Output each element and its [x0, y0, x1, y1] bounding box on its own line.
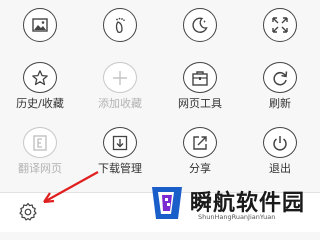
refresh-icon — [263, 62, 297, 93]
plus-icon — [103, 62, 137, 93]
exit-button[interactable]: 退出 — [240, 117, 320, 175]
menu-row-2: 翻译网页 下载管理 分享 退出 — [0, 117, 320, 175]
download-icon — [103, 127, 137, 158]
translate-page-label: 翻译网页 — [18, 162, 62, 175]
night-mode-toggle[interactable] — [160, 0, 240, 58]
menu-row-1: 历史/收藏 添加收藏 网页工具 刷新 — [0, 52, 320, 110]
translate-page-button[interactable]: 翻译网页 — [0, 117, 80, 175]
exit-label: 退出 — [269, 162, 291, 175]
browser-menu-panel: 历史/收藏 添加收藏 网页工具 刷新 翻译网页 下载管理 分享 退出 — [0, 0, 320, 192]
traceless-mode-toggle[interactable] — [80, 0, 160, 58]
share-label: 分享 — [189, 162, 211, 175]
moon-icon — [183, 8, 217, 42]
web-tools-button[interactable]: 网页工具 — [160, 52, 240, 110]
add-favorite-button[interactable]: 添加收藏 — [80, 52, 160, 110]
share-icon — [183, 127, 217, 158]
watermark-subtitle: ShunHangRuanJianYuan — [198, 213, 276, 221]
web-tools-label: 网页工具 — [178, 97, 222, 110]
toolbox-icon — [183, 62, 217, 93]
watermark: 瞬航软件园 ShunHangRuanJianYuan — [148, 183, 318, 231]
star-icon — [23, 62, 57, 93]
download-manager-button[interactable]: 下载管理 — [80, 117, 160, 175]
download-manager-label: 下载管理 — [98, 162, 142, 175]
settings-button[interactable] — [16, 200, 40, 224]
quick-toggle-row — [0, 0, 320, 52]
image-mode-toggle[interactable] — [0, 0, 80, 58]
fullscreen-icon — [263, 8, 297, 42]
share-button[interactable]: 分享 — [160, 117, 240, 175]
history-favorites-button[interactable]: 历史/收藏 — [0, 52, 80, 110]
gear-icon — [19, 202, 37, 221]
refresh-button[interactable]: 刷新 — [240, 52, 320, 110]
history-favorites-label: 历史/收藏 — [16, 97, 64, 110]
footprint-icon — [103, 8, 137, 42]
power-icon — [263, 127, 297, 158]
translate-icon — [23, 127, 57, 158]
add-favorite-label: 添加收藏 — [98, 97, 142, 110]
refresh-label: 刷新 — [269, 97, 291, 110]
watermark-logo-icon — [152, 187, 182, 219]
fullscreen-toggle[interactable] — [240, 0, 320, 58]
image-mode-icon — [23, 8, 57, 42]
